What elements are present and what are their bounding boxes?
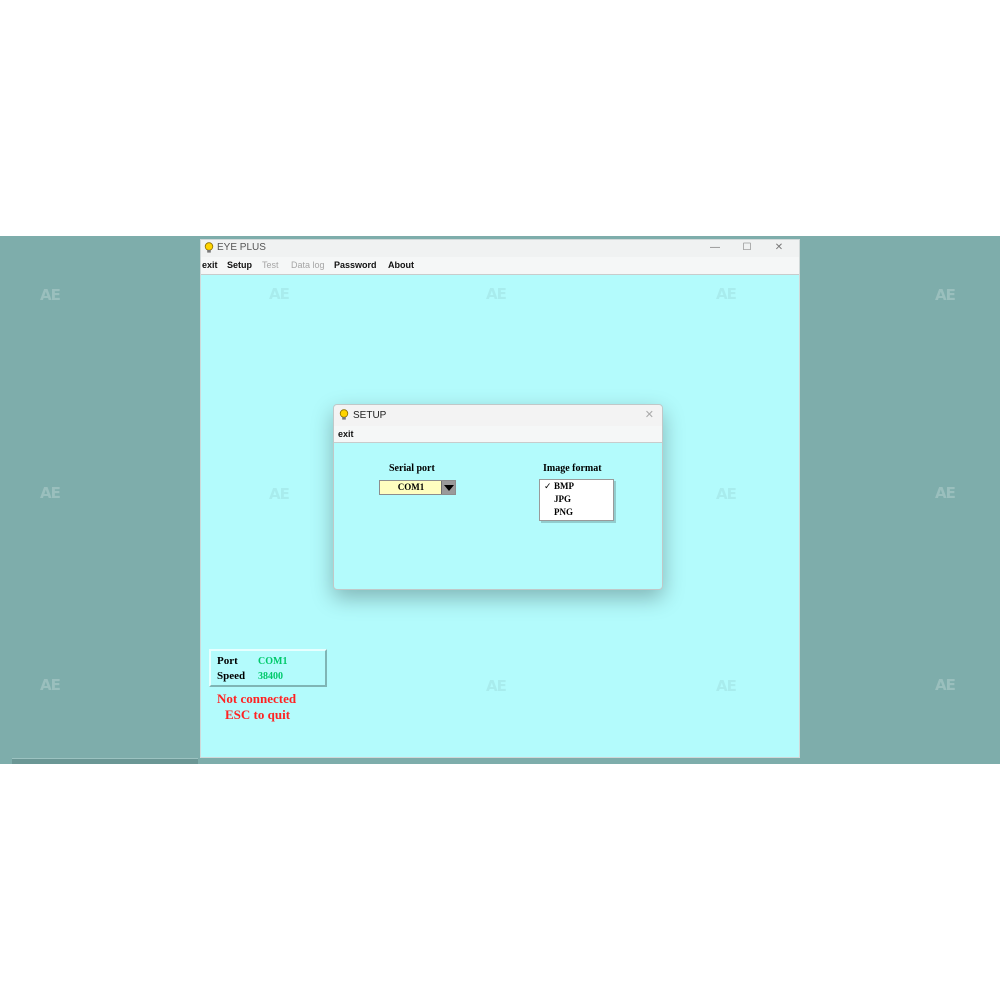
menu-password[interactable]: Password [334,260,377,270]
main-menubar: exit Setup Test Data log Password About [201,257,799,275]
watermark: AE [716,285,737,303]
image-format-option-jpg[interactable]: JPG [554,494,571,504]
port-label: Port [217,655,238,667]
main-titlebar[interactable]: EYE PLUS — ☐ ✕ [201,240,799,257]
menu-setup[interactable]: Setup [227,260,252,270]
watermark: AE [269,485,290,503]
image-format-label: Image format [543,463,602,474]
serial-port-value: COM1 [397,482,425,492]
watermark: AE [486,285,507,303]
watermark: AE [716,485,737,503]
setup-dialog-titlebar[interactable]: SETUP ✕ [334,405,662,426]
watermark: AE [40,484,61,502]
dropdown-arrow-icon[interactable] [441,481,455,494]
speed-value: 38400 [258,671,283,682]
serial-port-dropdown[interactable]: COM1 [379,480,456,495]
menu-data-log: Data log [291,260,325,270]
connection-status-text: Not connected [217,691,297,706]
watermark: AE [935,484,956,502]
maximize-button[interactable]: ☐ [735,240,759,257]
lightbulb-icon [339,409,349,420]
lightbulb-icon [204,242,214,253]
image-format-option-bmp[interactable]: BMP [554,481,574,491]
check-icon: ✓ [544,482,552,492]
close-button[interactable]: ✕ [767,240,791,257]
setup-close-button[interactable]: ✕ [645,408,654,421]
setup-menubar: exit [334,426,662,443]
menu-exit[interactable]: exit [202,260,218,270]
menu-test: Test [262,260,279,270]
watermark: AE [40,676,61,694]
main-window-title: EYE PLUS [217,242,266,253]
watermark: AE [486,677,507,695]
setup-dialog: SETUP ✕ exit Serial port COM1 Image form… [333,404,663,590]
menu-about[interactable]: About [388,260,414,270]
taskbar-fragment [12,758,198,764]
watermark: AE [40,286,61,304]
serial-port-label: Serial port [389,463,435,474]
watermark: AE [935,286,956,304]
speed-label: Speed [217,670,246,682]
setup-dialog-title: SETUP [353,410,387,421]
watermark: AE [269,285,290,303]
image-format-option-png[interactable]: PNG [554,507,573,517]
port-value: COM1 [258,656,288,667]
image-format-list[interactable]: ✓ BMP JPG PNG [539,479,614,521]
watermark: AE [935,676,956,694]
quit-hint-text: ESC to quit [225,707,291,722]
watermark: AE [716,677,737,695]
setup-menu-exit[interactable]: exit [338,429,354,439]
minimize-button[interactable]: — [703,240,727,257]
connection-status-panel: Port COM1 Speed 38400 [209,649,327,687]
